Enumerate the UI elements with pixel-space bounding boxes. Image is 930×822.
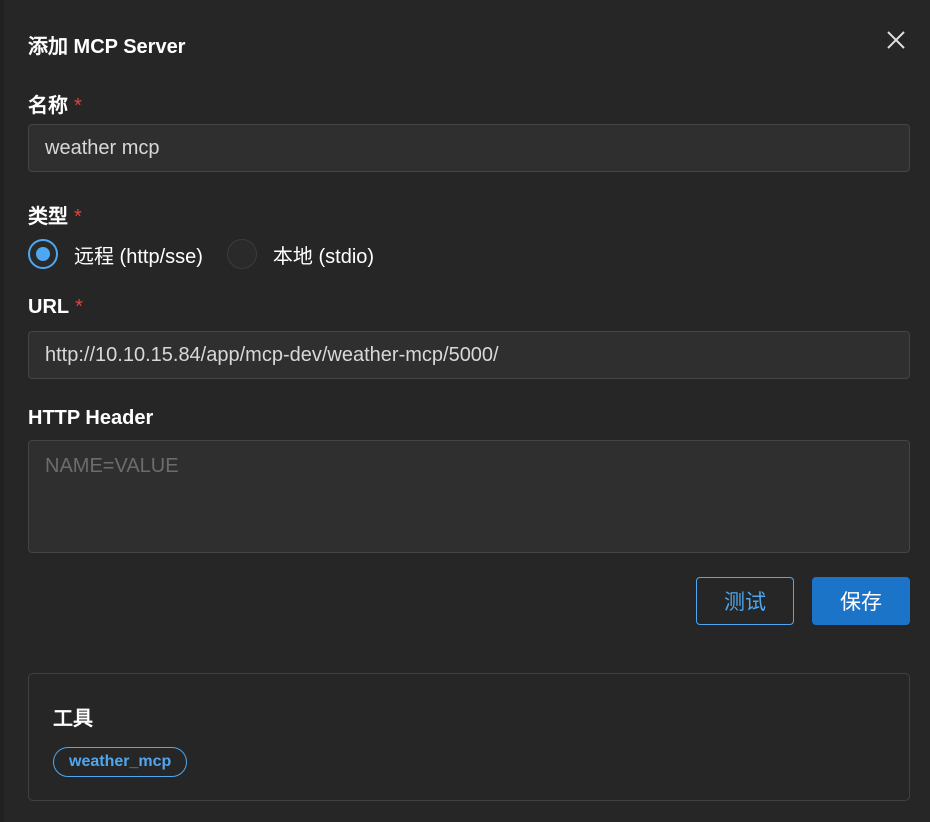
tool-chip[interactable]: weather_mcp <box>53 747 188 777</box>
name-label: 名称 * <box>28 89 82 118</box>
type-label-text: 类型 <box>28 206 68 228</box>
name-input[interactable]: weather mcp <box>28 124 910 172</box>
close-icon[interactable] <box>884 28 908 52</box>
http-header-label: HTTP Header <box>28 407 154 429</box>
http-header-textarea[interactable]: NAME=VALUE <box>28 440 910 553</box>
radio-remote[interactable]: 远程 (http/sse) <box>28 239 203 269</box>
url-label: URL * <box>28 296 83 319</box>
type-label: 类型 * <box>28 200 82 229</box>
radio-local-label: 本地 (stdio) <box>272 245 375 268</box>
test-button[interactable]: 测试 <box>696 577 794 625</box>
http-header-placeholder: NAME=VALUE <box>45 455 179 477</box>
required-mark: * <box>75 296 83 318</box>
tools-title: 工具 <box>53 708 93 730</box>
name-input-value: weather mcp <box>45 136 160 159</box>
type-radio-group: 远程 (http/sse) 本地 (stdio) <box>28 237 398 271</box>
tools-panel: 工具 weather_mcp <box>28 673 910 801</box>
url-label-text: URL <box>28 296 70 318</box>
required-mark: * <box>74 206 82 228</box>
radio-checked-icon[interactable] <box>28 239 58 269</box>
url-input[interactable]: http://10.10.15.84/app/mcp-dev/weather-m… <box>28 331 910 379</box>
add-mcp-server-dialog: 添加 MCP Server 名称 * weather mcp 类型 * 远程 (ht… <box>4 0 930 822</box>
name-label-text: 名称 <box>28 95 68 117</box>
radio-local[interactable]: 本地 (stdio) <box>226 239 375 269</box>
radio-remote-label: 远程 (http/sse) <box>74 245 203 268</box>
save-button[interactable]: 保存 <box>812 577 910 625</box>
radio-unchecked-icon[interactable] <box>226 239 257 269</box>
url-input-value: http://10.10.15.84/app/mcp-dev/weather-m… <box>45 343 499 366</box>
required-mark: * <box>74 95 82 117</box>
dialog-title: 添加 MCP Server <box>28 36 186 58</box>
